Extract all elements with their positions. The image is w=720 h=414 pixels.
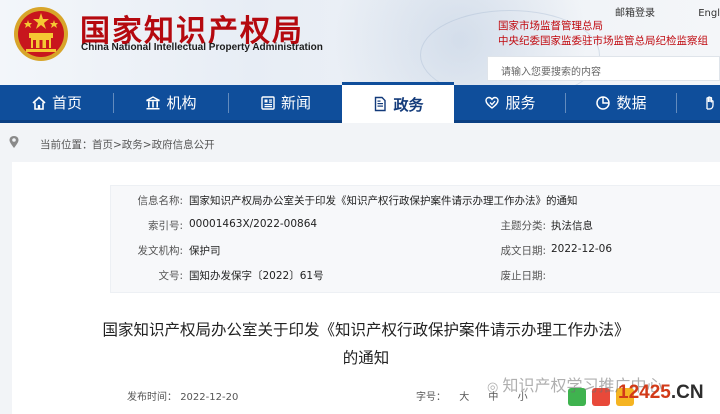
discipline-inspection-link[interactable]: 中央纪委国家监委驻市场监管总局纪检监察组 xyxy=(498,34,708,49)
nav-item-interaction[interactable] xyxy=(677,85,720,120)
info-label: 成文日期: xyxy=(500,245,546,257)
site-logo-watermark: 12425.CN xyxy=(618,382,704,404)
nav-item-government-affairs[interactable]: 政务 xyxy=(342,82,454,123)
related-links: 国家市场监督管理总局 中央纪委国家监委驻市场监管总局纪检监察组 xyxy=(498,19,708,49)
info-value: 执法信息 xyxy=(551,220,593,232)
breadcrumb-prefix: 当前位置： xyxy=(40,139,93,151)
logo-cn: CN xyxy=(676,382,704,403)
logo-number: 12425 xyxy=(618,382,671,403)
nav-label: 首页 xyxy=(51,94,82,112)
publish-label: 发布时间： xyxy=(127,392,177,403)
info-value: 国知办发保字〔2022〕61号 xyxy=(189,270,324,282)
article-title: 国家知识产权局办公室关于印发《知识产权行政保护案件请示办理工作办法》 的通知 xyxy=(12,316,720,372)
nav-item-services[interactable]: 服务 xyxy=(455,85,565,120)
nav-label: 政务 xyxy=(393,95,424,114)
site-header: 国家知识产权局 China National Intellectual Prop… xyxy=(0,0,720,85)
pie-chart-icon xyxy=(596,95,611,110)
nav-item-home[interactable]: 首页 xyxy=(0,85,113,120)
mail-login-link[interactable]: 邮箱登录 xyxy=(615,4,655,19)
breadcrumb-path[interactable]: 首页>政务>政府信息公开 xyxy=(92,137,215,152)
nav-item-data[interactable]: 数据 xyxy=(566,85,676,120)
hand-icon xyxy=(706,95,714,110)
main-nav: 首页 机构 新闻 政务 服务 数据 xyxy=(0,82,720,123)
samr-link[interactable]: 国家市场监督管理总局 xyxy=(498,19,708,34)
info-label: 索引号: xyxy=(147,220,183,232)
home-icon xyxy=(32,95,46,110)
font-size-label: 字号： xyxy=(416,392,446,403)
heart-hand-icon xyxy=(485,96,500,109)
info-row-title: 信息名称: 国家知识产权局办公室关于印发《知识产权行政保护案件请示办理工作办法》… xyxy=(111,193,720,215)
info-label: 信息名称: xyxy=(137,195,183,207)
article-title-line: 的通知 xyxy=(342,349,390,367)
info-label: 文号: xyxy=(158,270,183,282)
english-link[interactable]: Engl xyxy=(698,8,720,19)
nav-item-organization[interactable]: 机构 xyxy=(114,85,228,120)
info-label: 发文机构: xyxy=(137,245,183,257)
info-value: 00001463X/2022-00864 xyxy=(189,218,318,230)
national-emblem-icon[interactable] xyxy=(12,5,70,63)
top-links: 邮箱登录 Engl xyxy=(615,4,720,19)
nav-label: 机构 xyxy=(166,94,197,112)
news-icon xyxy=(261,95,275,110)
nav-label: 服务 xyxy=(505,94,536,112)
publish-date: 2022-12-20 xyxy=(180,392,239,403)
info-value: 国家知识产权局办公室关于印发《知识产权行政保护案件请示办理工作办法》的通知 xyxy=(189,195,578,207)
info-label: 主题分类: xyxy=(500,220,546,232)
breadcrumb: 当前位置： 首页>政务>政府信息公开 xyxy=(0,133,720,155)
building-icon xyxy=(146,95,161,109)
nav-item-news[interactable]: 新闻 xyxy=(229,85,342,120)
document-icon xyxy=(375,96,387,112)
search-input[interactable]: 请输入您要搜索的内容 xyxy=(487,56,720,81)
info-value: 保护司 xyxy=(189,245,221,257)
info-value: 2022-12-06 xyxy=(551,243,613,255)
font-size-large-button[interactable]: 大 xyxy=(459,392,469,403)
wechat-watermark-icon: ◎ xyxy=(487,380,503,395)
nav-label: 新闻 xyxy=(280,94,311,112)
publish-time: 发布时间： 2022-12-20 xyxy=(127,388,238,403)
info-label: 废止日期: xyxy=(500,270,546,282)
info-table: 信息名称: 国家知识产权局办公室关于印发《知识产权行政保护案件请示办理工作办法》… xyxy=(110,185,720,293)
nav-label: 数据 xyxy=(616,94,647,112)
article-title-line: 国家知识产权局办公室关于印发《知识产权行政保护案件请示办理工作办法》 xyxy=(102,321,630,339)
site-title-english: China National Intellectual Property Adm… xyxy=(81,42,323,53)
info-row-org: 发文机构: 保护司 成文日期: 2022-12-06 xyxy=(111,243,720,265)
info-row-index: 索引号: 00001463X/2022-00864 主题分类: 执法信息 xyxy=(111,218,720,240)
location-pin-icon xyxy=(9,136,19,148)
info-row-doc-no: 文号: 国知办发保字〔2022〕61号 废止日期: xyxy=(111,268,720,290)
